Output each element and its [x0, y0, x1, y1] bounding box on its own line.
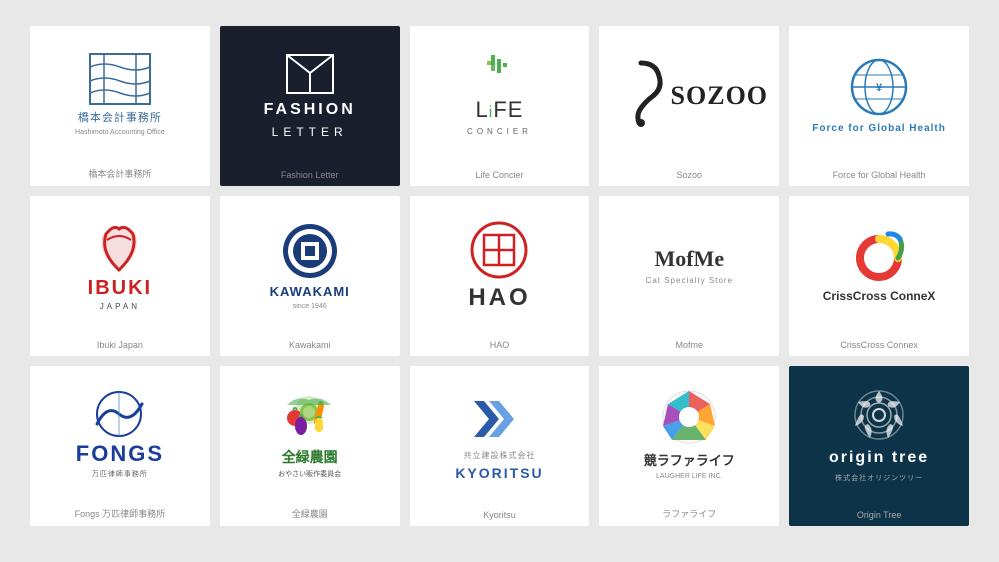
logo-force: ¥ Force for Global Health	[812, 57, 946, 134]
card-label-criss: CrissCross Connex	[789, 335, 969, 356]
card-label-force: Force for Global Health	[789, 165, 969, 186]
fashion-name: FASHION	[264, 101, 356, 119]
logo-zenryoku: 全緑農園 おやさい販作委員会	[277, 390, 342, 479]
card-criss[interactable]: CrissCross ConneX CrissCross Connex	[789, 196, 969, 356]
card-kawakami[interactable]: KAWAKAMI since 1946 Kawakami	[220, 196, 400, 356]
logo-life: L i FE CONCIER	[467, 55, 532, 136]
laugher-sub: LAUGHER LIFE INC.	[656, 473, 723, 480]
logo-fashion: FASHION LETTER	[264, 53, 356, 139]
card-origin[interactable]: origin tree 株式会社オリジンツリー Origin Tree	[789, 366, 969, 526]
card-label-sozoo: Sozoo	[599, 165, 779, 186]
logo-origin: origin tree 株式会社オリジンツリー	[829, 388, 929, 483]
card-sozoo[interactable]: SOZOO Sozoo	[599, 26, 779, 186]
card-label-hao: HAO	[410, 335, 590, 356]
zenryoku-text: 全緑農園	[282, 447, 338, 467]
fongs-text: FONGS	[76, 441, 164, 467]
laugher-kanji: 競ラファライフ	[644, 450, 735, 469]
kawakami-sub: since 1946	[293, 303, 327, 310]
kyoritsu-kanji: 共立建設株式会社	[463, 450, 535, 461]
hao-text: HAO	[468, 284, 530, 312]
gallery-row-3: FONGS 万匹律師事務所 Fongs 万匹律師事務所	[30, 366, 969, 526]
card-label-fashion: Fashion Letter	[220, 165, 400, 186]
card-kyoritsu[interactable]: 共立建設株式会社 KYORITSU Kyoritsu	[410, 366, 590, 526]
card-label-mofme: Mofme	[599, 335, 779, 356]
life-text-l: L	[476, 97, 489, 123]
card-label-zenryoku: 全緑農園	[220, 502, 400, 526]
kyoritsu-text: KYORITSU	[455, 465, 543, 481]
logo-kyoritsu: 共立建設株式会社 KYORITSU	[455, 391, 543, 481]
ibuki-sub: JAPAN	[100, 302, 140, 311]
logo-hao: HAO	[468, 220, 530, 312]
sozoo-text: SOZOO	[671, 81, 768, 111]
card-label-life: Life Concier	[410, 165, 590, 186]
logo-kawakami: KAWAKAMI since 1946	[270, 222, 350, 310]
logo-gallery: 橋本会計事務所 Hashimoto Accounting Office 橋本会計…	[0, 6, 999, 556]
card-hao[interactable]: HAO HAO	[410, 196, 590, 356]
card-zenryoku[interactable]: 全緑農園 おやさい販作委員会 全緑農園	[220, 366, 400, 526]
fashion-sub: LETTER	[272, 125, 348, 139]
card-fashion[interactable]: FASHION LETTER Fashion Letter	[220, 26, 400, 186]
logo-fongs: FONGS 万匹律師事務所	[76, 389, 164, 479]
card-label-hashimoto: 橋本会計事務所	[30, 162, 210, 186]
ibuki-text: IBUKI	[88, 277, 152, 300]
zenryoku-sub: おやさい販作委員会	[278, 469, 341, 479]
origin-sub: 株式会社オリジンツリー	[835, 473, 923, 483]
force-text: Force for Global Health	[812, 123, 946, 134]
card-force[interactable]: ¥ Force for Global Health Force for Glob…	[789, 26, 969, 186]
card-label-origin: Origin Tree	[789, 505, 969, 526]
svg-text:¥: ¥	[876, 82, 883, 94]
logo-mofme: MofMe Cat Specialty Store	[646, 246, 733, 285]
kawakami-text: KAWAKAMI	[270, 284, 350, 299]
card-hashimoto[interactable]: 橋本会計事務所 Hashimoto Accounting Office 橋本会計…	[30, 26, 210, 186]
criss-text: CrissCross ConneX	[823, 289, 936, 303]
origin-text: origin tree	[829, 449, 929, 467]
card-fongs[interactable]: FONGS 万匹律師事務所 Fongs 万匹律師事務所	[30, 366, 210, 526]
mofme-sub: Cat Specialty Store	[646, 276, 733, 285]
hashimoto-sub: Hashimoto Accounting Office	[75, 129, 165, 136]
card-label-laugher: ラファライフ	[599, 502, 779, 526]
logo-laugher: 競ラファライフ LAUGHER LIFE INC.	[644, 388, 735, 480]
card-ibuki[interactable]: IBUKI JAPAN Ibuki Japan	[30, 196, 210, 356]
card-label-ibuki: Ibuki Japan	[30, 335, 210, 356]
life-sub: CONCIER	[467, 127, 532, 136]
gallery-row-2: IBUKI JAPAN Ibuki Japan KAWAKAMI	[30, 196, 969, 356]
logo-sozoo	[611, 58, 671, 133]
life-text-fe: FE	[493, 97, 523, 123]
hashimoto-name: 橋本会計事務所	[78, 109, 162, 125]
gallery-row-1: 橋本会計事務所 Hashimoto Accounting Office 橋本会計…	[30, 26, 969, 186]
logo-hashimoto: 橋本会計事務所 Hashimoto Accounting Office	[75, 53, 165, 136]
card-life[interactable]: L i FE CONCIER Life Concier	[410, 26, 590, 186]
card-mofme[interactable]: MofMe Cat Specialty Store Mofme	[599, 196, 779, 356]
card-label-fongs: Fongs 万匹律師事務所	[30, 502, 210, 526]
card-label-kawakami: Kawakami	[220, 335, 400, 356]
logo-criss: CrissCross ConneX	[823, 229, 936, 303]
card-laugher[interactable]: 競ラファライフ LAUGHER LIFE INC. ラファライフ	[599, 366, 779, 526]
card-label-kyoritsu: Kyoritsu	[410, 505, 590, 526]
fongs-sub: 万匹律師事務所	[92, 469, 148, 479]
logo-ibuki: IBUKI JAPAN	[88, 220, 152, 311]
mofme-text: MofMe	[654, 246, 724, 272]
